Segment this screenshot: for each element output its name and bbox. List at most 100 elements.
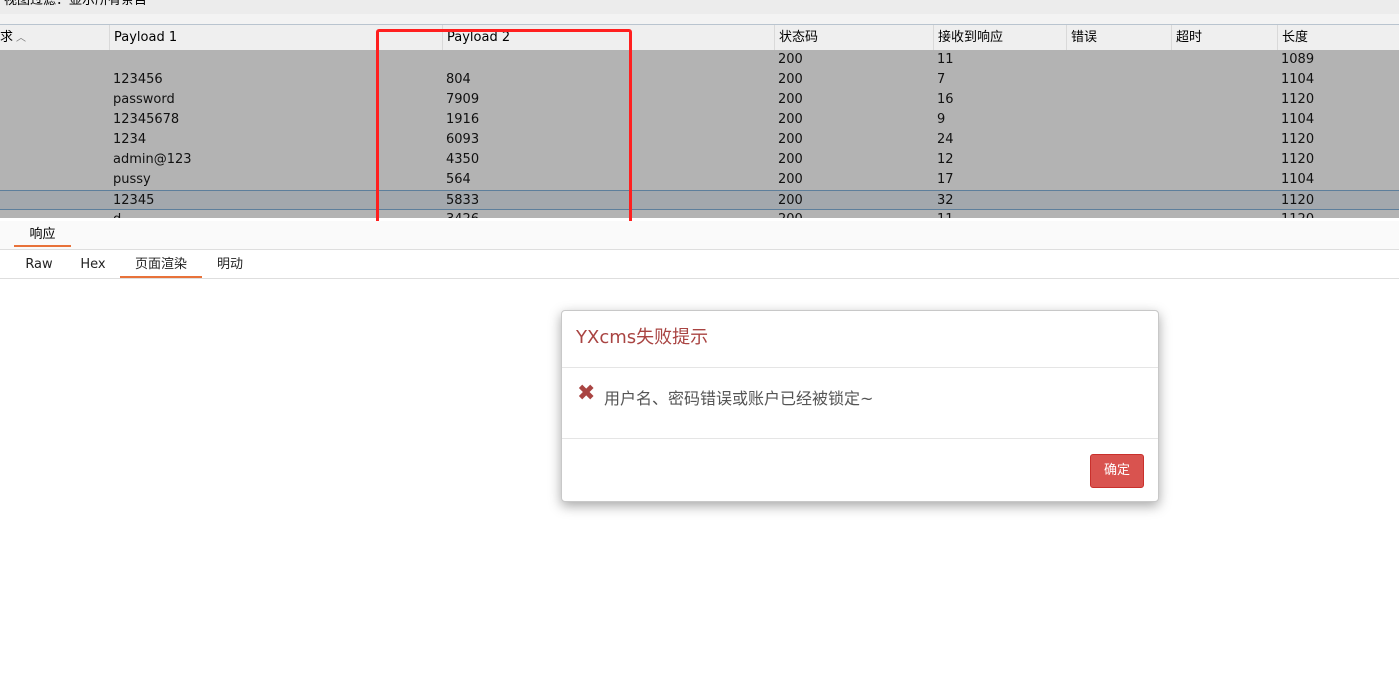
cell-error	[1066, 210, 1172, 218]
tab-raw[interactable]: Raw	[20, 255, 58, 278]
cell-status: 200	[778, 152, 803, 167]
sort-ascending-icon: ︿	[16, 33, 27, 44]
cell-length: 1120	[1281, 152, 1315, 167]
view-filter-label[interactable]: 视图过滤：显示所有条目	[4, 0, 147, 10]
column-header-timeout[interactable]: 超时	[1171, 25, 1278, 50]
table-row[interactable]: 12345 5833 200 32 1120	[0, 190, 1399, 210]
cell-payload1: 12345	[113, 193, 155, 208]
cell-timeout	[1171, 70, 1278, 90]
cell-timeout	[1171, 150, 1278, 170]
error-dialog: YXcms失败提示 ✖ 用户名、密码错误或账户已经被锁定~ 确定	[561, 310, 1159, 502]
cell-length: 1120	[1281, 132, 1315, 147]
dialog-message: 用户名、密码错误或账户已经被锁定~	[604, 389, 874, 408]
column-header-received[interactable]: 接收到响应	[933, 25, 1067, 50]
cell-payload1	[109, 50, 443, 70]
cell-payload1: 12345678	[113, 112, 180, 127]
cell-received: 11	[937, 52, 954, 67]
cell-payload2: 1916	[446, 112, 480, 127]
cell-status: 200	[778, 52, 803, 67]
column-header-payload2[interactable]: Payload 2	[442, 25, 775, 50]
table-row[interactable]: d342620011 1120	[0, 210, 1399, 218]
cell-payload1: admin@123	[113, 152, 192, 167]
cell-received: 9	[937, 112, 946, 127]
results-table: 求 ︿ Payload 1 Payload 2 状态码 接收到响应 错误 超时 长…	[0, 25, 1399, 218]
table-row[interactable]: 123456 804 200 7 1104	[0, 70, 1399, 90]
cell-received: 32	[937, 193, 954, 208]
column-header-status[interactable]: 状态码	[774, 25, 934, 50]
cell-received: 16	[937, 92, 954, 107]
cell-payload1: d	[109, 210, 443, 218]
column-header-payload1[interactable]: Payload 1	[109, 25, 443, 50]
cell-error	[1066, 70, 1172, 90]
table-row[interactable]: 12345678 1916 200 9 1104	[0, 110, 1399, 130]
cell-length: 1120	[1281, 92, 1315, 107]
cell-payload2: 804	[446, 72, 471, 87]
cell-timeout	[1171, 90, 1278, 110]
cell-status: 200	[778, 193, 803, 208]
cell-length: 1104	[1281, 72, 1315, 87]
cell-timeout	[1171, 110, 1278, 130]
table-row[interactable]: admin@123 4350 200 12 1120	[0, 150, 1399, 170]
view-filter-bar[interactable]: 视图过滤：显示所有条目	[0, 0, 1399, 14]
table-row[interactable]: 200 11 1089	[0, 50, 1399, 70]
cell-status: 200	[778, 92, 803, 107]
cell-payload2	[442, 50, 775, 70]
cell-payload1: 1234	[113, 132, 147, 147]
dialog-title: YXcms失败提示	[576, 327, 709, 348]
cell-received: 7	[937, 72, 946, 87]
table-row[interactable]: 1234 6093 200 24 1120	[0, 130, 1399, 150]
cell-received: 11	[933, 210, 1067, 218]
cell-error	[1066, 191, 1172, 211]
tab-hex[interactable]: Hex	[74, 255, 112, 278]
cell-error	[1066, 170, 1172, 190]
cell-length: 1089	[1281, 52, 1315, 67]
cell-received: 24	[937, 132, 954, 147]
cell-payload2: 564	[446, 172, 471, 187]
confirm-button[interactable]: 确定	[1090, 454, 1144, 488]
cell-payload1: 123456	[113, 72, 163, 87]
cell-status: 200	[778, 132, 803, 147]
dialog-header: YXcms失败提示	[562, 311, 1158, 368]
cell-status: 200	[774, 210, 934, 218]
table-row[interactable]: pussy 564 200 17 1104	[0, 170, 1399, 190]
cell-received: 17	[937, 172, 954, 187]
dialog-body: ✖ 用户名、密码错误或账户已经被锁定~	[562, 368, 1158, 439]
cell-status: 200	[778, 72, 803, 87]
cell-timeout	[1171, 170, 1278, 190]
cell-error	[1066, 90, 1172, 110]
cell-status: 200	[778, 112, 803, 127]
view-tab-bar: Raw Hex 页面渲染 明动	[0, 250, 1399, 279]
filter-separator	[0, 14, 1399, 25]
column-header-length[interactable]: 长度	[1277, 25, 1399, 50]
cell-payload2: 5833	[446, 193, 480, 208]
cell-length: 1104	[1281, 172, 1315, 187]
cell-error	[1066, 110, 1172, 130]
cell-length: 1120	[1281, 193, 1315, 208]
cell-error	[1066, 50, 1172, 70]
tab-mingdong[interactable]: 明动	[210, 255, 250, 278]
tab-render[interactable]: 页面渲染	[120, 255, 202, 278]
cell-timeout	[1171, 210, 1278, 218]
cell-payload2: 4350	[446, 152, 480, 167]
table-header: 求 ︿ Payload 1 Payload 2 状态码 接收到响应 错误 超时 长…	[0, 25, 1399, 51]
cell-payload2: 6093	[446, 132, 480, 147]
cell-payload2: 7909	[446, 92, 480, 107]
tab-response[interactable]: 响应	[14, 225, 71, 247]
cell-timeout	[1171, 130, 1278, 150]
cell-error	[1066, 150, 1172, 170]
cell-received: 12	[937, 152, 954, 167]
column-header-error[interactable]: 错误	[1066, 25, 1172, 50]
cell-payload1: password	[113, 92, 175, 107]
cell-timeout	[1171, 191, 1278, 211]
error-x-icon: ✖	[577, 381, 596, 406]
cell-payload2: 3426	[442, 210, 775, 218]
cell-timeout	[1171, 50, 1278, 70]
response-tab-strip: 响应	[0, 221, 1399, 250]
cell-payload1: pussy	[113, 172, 151, 187]
column-header-request[interactable]: 求 ︿	[0, 25, 110, 50]
cell-length: 1104	[1281, 112, 1315, 127]
cell-length: 1120	[1277, 210, 1399, 218]
table-row[interactable]: password 7909 200 16 1120	[0, 90, 1399, 110]
cell-status: 200	[778, 172, 803, 187]
table-body: 200 11 1089 123456 804 200 7 1104 password 7909 20…	[0, 50, 1399, 218]
